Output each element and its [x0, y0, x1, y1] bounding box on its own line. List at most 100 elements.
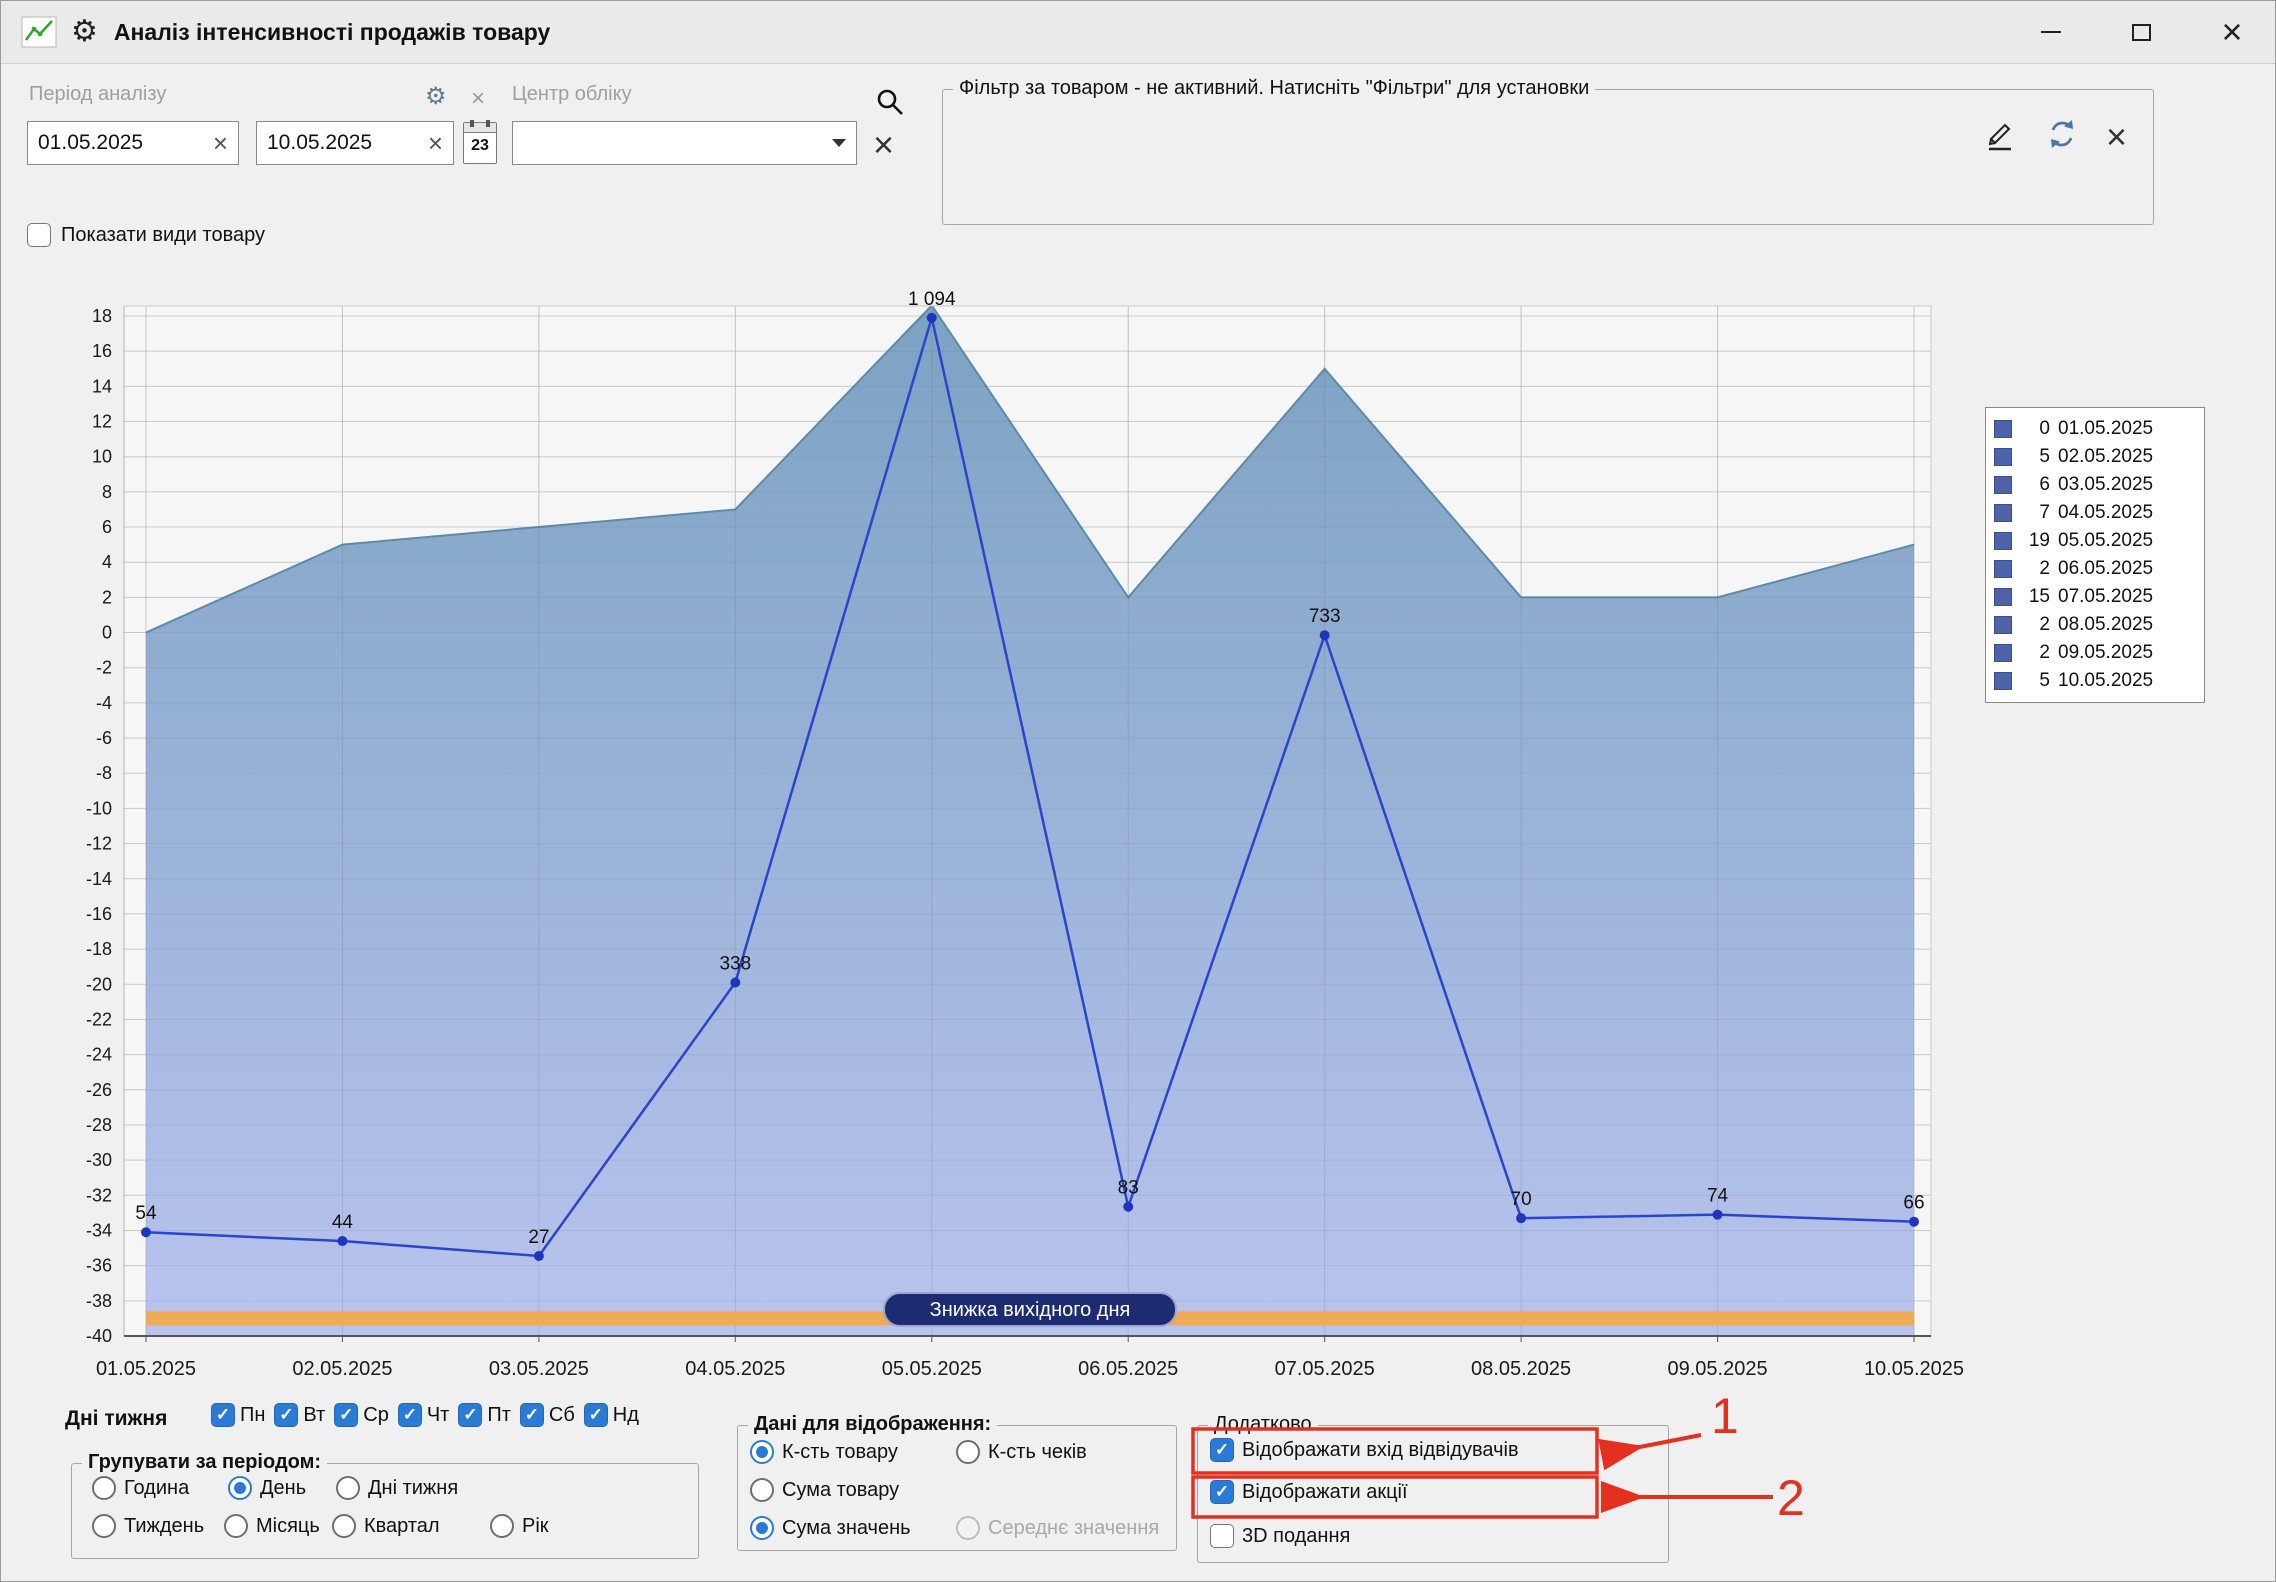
data-point[interactable] — [1516, 1213, 1526, 1223]
date-from-clear-icon[interactable]: × — [213, 130, 228, 156]
radio-option[interactable]: День — [228, 1476, 306, 1500]
weekday-item[interactable]: Пт — [458, 1403, 511, 1427]
data-point[interactable] — [1123, 1202, 1133, 1212]
y-axis-label: -28 — [86, 1115, 112, 1135]
radio-option[interactable]: Дні тижня — [336, 1476, 458, 1500]
legend-date: 02.05.2025 — [2058, 446, 2153, 468]
radio-unselected[interactable] — [336, 1476, 360, 1500]
weekday-checkbox[interactable] — [274, 1403, 298, 1427]
checkbox-option[interactable]: Відображати вхід відвідувачів — [1210, 1438, 1519, 1462]
legend-swatch-icon — [1994, 420, 2012, 438]
search-icon[interactable] — [875, 87, 905, 121]
y-axis-label: -16 — [86, 904, 112, 924]
date-from-input[interactable]: 01.05.2025 × — [27, 121, 239, 165]
legend-item: 206.05.2025 — [1994, 555, 2196, 583]
legend-swatch-icon — [1994, 532, 2012, 550]
checkbox-unchecked[interactable] — [1210, 1524, 1234, 1548]
weekday-checkbox[interactable] — [458, 1403, 482, 1427]
period-settings-gear-icon[interactable]: ⚙ — [425, 85, 447, 109]
radio-unselected[interactable] — [224, 1514, 248, 1538]
radio-option[interactable]: Тиждень — [92, 1514, 204, 1538]
weekday-checkbox[interactable] — [334, 1403, 358, 1427]
weekday-checkbox[interactable] — [211, 1403, 235, 1427]
filter-close-icon[interactable]: × — [2106, 119, 2127, 155]
x-axis-label: 06.05.2025 — [1078, 1358, 1178, 1380]
radio-unselected[interactable] — [332, 1514, 356, 1538]
weekday-item[interactable]: Чт — [398, 1403, 450, 1427]
weekday-item[interactable]: Пн — [211, 1403, 265, 1427]
title-bar: ⚙ Аналіз інтенсивності продажів товару — [1, 1, 2275, 64]
close-button[interactable]: × — [2206, 9, 2258, 55]
radio-option[interactable]: Сума товару — [750, 1478, 899, 1502]
data-point[interactable] — [927, 313, 937, 323]
weekday-item[interactable]: Вт — [274, 1403, 325, 1427]
center-combobox[interactable] — [512, 121, 857, 165]
weekday-checkbox[interactable] — [398, 1403, 422, 1427]
radio-option[interactable]: Година — [92, 1476, 189, 1500]
edit-icon[interactable] — [1982, 116, 2018, 157]
weekdays-label: Дні тижня — [65, 1407, 167, 1431]
checkbox-option[interactable]: Відображати акції — [1210, 1480, 1408, 1504]
calendar-button[interactable]: 23 — [463, 122, 497, 164]
legend-value: 7 — [2020, 502, 2050, 524]
y-axis-label: -40 — [86, 1326, 112, 1346]
x-axis-label: 10.05.2025 — [1864, 1358, 1964, 1380]
radio-option[interactable]: Середнє значення — [956, 1516, 1159, 1540]
maximize-button[interactable] — [2115, 9, 2167, 55]
checkbox-label: Відображати вхід відвідувачів — [1242, 1439, 1519, 1462]
legend-swatch-icon — [1994, 476, 2012, 494]
radio-unselected[interactable] — [750, 1478, 774, 1502]
show-types-checkbox[interactable] — [27, 223, 51, 247]
weekday-checkbox[interactable] — [584, 1403, 608, 1427]
weekday-item[interactable]: Ср — [334, 1403, 389, 1427]
radio-option[interactable]: Місяць — [224, 1514, 320, 1538]
minimize-button[interactable] — [2025, 9, 2077, 55]
weekday-item[interactable]: Нд — [584, 1403, 639, 1427]
date-to-clear-icon[interactable]: × — [428, 130, 443, 156]
data-point[interactable] — [730, 978, 740, 988]
data-point[interactable] — [337, 1236, 347, 1246]
checkbox-checked[interactable] — [1210, 1438, 1234, 1462]
center-clear-icon[interactable]: × — [873, 127, 894, 163]
y-axis-label: -4 — [96, 693, 112, 713]
legend-swatch-icon — [1994, 644, 2012, 662]
refresh-icon[interactable] — [2044, 116, 2080, 157]
legend-date: 09.05.2025 — [2058, 642, 2153, 664]
period-clear-icon[interactable]: × — [471, 87, 485, 111]
radio-unselected[interactable] — [956, 1440, 980, 1464]
checkbox-option[interactable]: 3D подання — [1210, 1524, 1350, 1548]
chevron-down-icon[interactable] — [832, 139, 846, 147]
radio-selected[interactable] — [228, 1476, 252, 1500]
legend-value: 2 — [2020, 558, 2050, 580]
y-axis-label: -24 — [86, 1045, 112, 1065]
date-to-input[interactable]: 10.05.2025 × — [256, 121, 454, 165]
radio-selected[interactable] — [750, 1516, 774, 1540]
chart-legend: 001.05.2025502.05.2025603.05.2025704.05.… — [1985, 407, 2205, 703]
data-point-label: 83 — [1118, 1178, 1139, 1199]
weekday-item[interactable]: Сб — [520, 1403, 575, 1427]
checkbox-checked[interactable] — [1210, 1480, 1234, 1504]
radio-selected[interactable] — [750, 1440, 774, 1464]
radio-option[interactable]: К-сть чеків — [956, 1440, 1087, 1464]
data-point[interactable] — [1320, 630, 1330, 640]
x-axis-label: 03.05.2025 — [489, 1358, 589, 1380]
data-point[interactable] — [1713, 1210, 1723, 1220]
radio-unselected[interactable] — [490, 1514, 514, 1538]
radio-option[interactable]: К-сть товару — [750, 1440, 898, 1464]
radio-option[interactable]: Квартал — [332, 1514, 440, 1538]
legend-swatch-icon — [1994, 448, 2012, 466]
show-types-row[interactable]: Показати види товару — [27, 223, 265, 247]
data-point[interactable] — [1909, 1217, 1919, 1227]
grouping-groupbox: Групувати за періодом: ГодинаДеньДні тиж… — [71, 1463, 699, 1559]
radio-option[interactable]: Сума значень — [750, 1516, 911, 1540]
y-axis-label: -6 — [96, 728, 112, 748]
data-point-label: 733 — [1309, 606, 1341, 627]
legend-value: 6 — [2020, 474, 2050, 496]
radio-unselected[interactable] — [92, 1476, 116, 1500]
data-point[interactable] — [534, 1251, 544, 1261]
data-point[interactable] — [141, 1227, 151, 1237]
radio-unselected[interactable] — [92, 1514, 116, 1538]
y-axis-label: 0 — [102, 623, 112, 643]
radio-option[interactable]: Рік — [490, 1514, 549, 1538]
weekday-checkbox[interactable] — [520, 1403, 544, 1427]
